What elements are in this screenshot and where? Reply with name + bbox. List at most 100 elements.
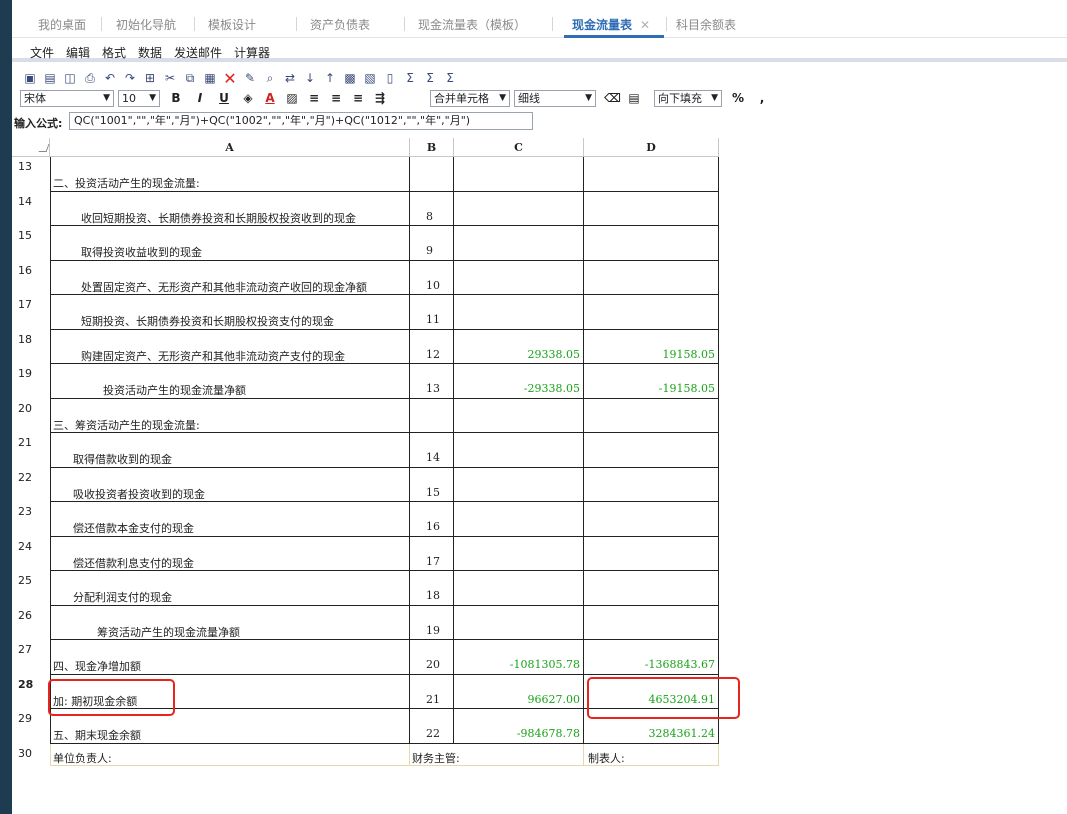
cut-icon[interactable]: ✂ xyxy=(162,71,178,86)
cell-c[interactable] xyxy=(454,536,584,571)
cell-b[interactable]: 14 xyxy=(410,433,454,468)
cell-b[interactable]: 9 xyxy=(410,226,454,261)
cell-d[interactable] xyxy=(584,398,719,433)
cell-a[interactable]: 三、筹资活动产生的现金流量: xyxy=(50,398,410,433)
undo-icon[interactable]: ↶ xyxy=(102,71,118,86)
cell-c[interactable] xyxy=(454,295,584,330)
select-all-corner[interactable] xyxy=(12,138,50,157)
cell-d[interactable] xyxy=(584,260,719,295)
tab-cashflow[interactable]: 现金流量表 ✕ xyxy=(572,16,650,36)
close-icon[interactable]: ✕ xyxy=(640,18,650,32)
cell-b[interactable]: 8 xyxy=(410,191,454,226)
cell-d[interactable] xyxy=(584,226,719,261)
cell-c[interactable] xyxy=(454,502,584,537)
format-painter-icon[interactable]: ▤ xyxy=(626,90,642,106)
bold-button[interactable]: B xyxy=(168,90,184,106)
cell-d[interactable] xyxy=(584,605,719,640)
row-number[interactable]: 25 xyxy=(12,571,50,606)
percent-button[interactable]: % xyxy=(730,90,746,106)
row-number[interactable]: 22 xyxy=(12,468,50,503)
clear-icon[interactable]: ✎ xyxy=(242,71,258,86)
tab-init-nav[interactable]: 初始化导航 xyxy=(116,16,176,36)
cell-a[interactable]: 收回短期投资、长期债券投资和长期股权投资收到的现金 xyxy=(50,191,410,226)
column-header-c[interactable]: C xyxy=(454,138,584,157)
cell-d[interactable] xyxy=(584,295,719,330)
cell-b[interactable]: 18 xyxy=(410,571,454,606)
row-number[interactable]: 16 xyxy=(12,261,50,296)
align-right-icon[interactable]: ≡ xyxy=(350,90,366,106)
row-number[interactable]: 13 xyxy=(12,157,50,192)
cell-b[interactable]: 20 xyxy=(410,640,454,675)
cell-c[interactable] xyxy=(454,571,584,606)
fill-down-select[interactable]: 向下填充 ▼ xyxy=(654,90,722,107)
page-icon[interactable]: ▯ xyxy=(382,71,398,86)
menu-calculator[interactable]: 计算器 xyxy=(234,44,270,61)
cell-a[interactable]: 二、投资活动产生的现金流量: xyxy=(50,157,410,192)
font-size-select[interactable]: 10 ▼ xyxy=(118,90,160,107)
border-style-select[interactable]: 细线 ▼ xyxy=(514,90,596,107)
cell-c[interactable]: -1081305.78 xyxy=(454,640,584,675)
cell-a[interactable]: 四、现金净增加额 xyxy=(50,640,410,675)
signer-preparer[interactable]: 制表人: xyxy=(584,743,719,766)
cell-d[interactable]: 19158.05 xyxy=(584,329,719,364)
copy-icon[interactable]: ⧉ xyxy=(182,71,198,86)
row-number[interactable]: 18 xyxy=(12,330,50,365)
menu-file[interactable]: 文件 xyxy=(30,44,54,61)
cell-c[interactable] xyxy=(454,260,584,295)
cell-a[interactable]: 偿还借款本金支付的现金 xyxy=(50,502,410,537)
align-left-icon[interactable]: ≡ xyxy=(306,90,322,106)
menu-format[interactable]: 格式 xyxy=(102,44,126,61)
replace-icon[interactable]: ⇄ xyxy=(282,71,298,86)
cell-d[interactable] xyxy=(584,191,719,226)
cell-c[interactable]: 29338.05 xyxy=(454,329,584,364)
menu-send-email[interactable]: 发送邮件 xyxy=(174,44,222,61)
signer-finance-head[interactable]: 财务主管: xyxy=(410,743,584,766)
cell-d[interactable] xyxy=(584,502,719,537)
tab-my-desktop[interactable]: 我的桌面 xyxy=(38,16,86,36)
sum-col-icon[interactable]: Σ xyxy=(442,71,458,86)
tab-balance-sheet[interactable]: 资产负债表 xyxy=(310,16,370,36)
image-icon[interactable]: ▩ xyxy=(342,71,358,86)
cell-c[interactable] xyxy=(454,191,584,226)
cell-a[interactable]: 取得投资收益收到的现金 xyxy=(50,226,410,261)
insert-icon[interactable]: ⊞ xyxy=(142,71,158,86)
cell-a[interactable]: 处置固定资产、无形资产和其他非流动资产收回的现金净额 xyxy=(50,260,410,295)
sort-asc-icon[interactable]: ↓ xyxy=(302,71,318,86)
cell-c[interactable] xyxy=(454,433,584,468)
sum-row-icon[interactable]: Σ xyxy=(422,71,438,86)
row-number[interactable]: 17 xyxy=(12,295,50,330)
row-number[interactable]: 21 xyxy=(12,433,50,468)
paste-icon[interactable]: ▦ xyxy=(202,71,218,86)
column-header-d[interactable]: D xyxy=(584,138,719,157)
save-as-icon[interactable]: ▤ xyxy=(42,71,58,86)
fill-color-icon[interactable]: ◈ xyxy=(240,90,256,106)
row-number[interactable]: 20 xyxy=(12,399,50,434)
cell-b[interactable] xyxy=(410,398,454,433)
cell-b[interactable]: 13 xyxy=(410,364,454,399)
cell-a[interactable]: 短期投资、长期债券投资和长期股权投资支付的现金 xyxy=(50,295,410,330)
row-number[interactable]: 23 xyxy=(12,502,50,537)
comma-button[interactable]: , xyxy=(754,90,770,106)
cell-b[interactable] xyxy=(410,157,454,192)
cell-b[interactable]: 19 xyxy=(410,605,454,640)
menu-edit[interactable]: 编辑 xyxy=(66,44,90,61)
cell-a[interactable]: 单位负责人: xyxy=(50,743,410,766)
underline-button[interactable]: U xyxy=(216,90,232,106)
menu-data[interactable]: 数据 xyxy=(138,44,162,61)
cell-c[interactable] xyxy=(454,605,584,640)
eraser-icon[interactable]: ⌫ xyxy=(604,90,621,106)
cell-a[interactable]: 偿还借款利息支付的现金 xyxy=(50,536,410,571)
border-icon[interactable]: ▨ xyxy=(284,90,300,106)
row-number[interactable]: 30 xyxy=(12,744,50,766)
font-family-select[interactable]: 宋体 ▼ xyxy=(20,90,114,107)
cell-d[interactable] xyxy=(584,467,719,502)
cell-c[interactable] xyxy=(454,398,584,433)
save-icon[interactable]: ▣ xyxy=(22,71,38,86)
cell-c[interactable]: 96627.00 xyxy=(454,674,584,709)
tab-template-design[interactable]: 模板设计 xyxy=(208,16,256,36)
row-number[interactable]: 28 xyxy=(12,675,50,710)
row-number[interactable]: 24 xyxy=(12,537,50,572)
cell-a[interactable]: 取得借款收到的现金 xyxy=(50,433,410,468)
column-header-a[interactable]: A xyxy=(50,138,410,157)
italic-button[interactable]: I xyxy=(192,90,208,106)
